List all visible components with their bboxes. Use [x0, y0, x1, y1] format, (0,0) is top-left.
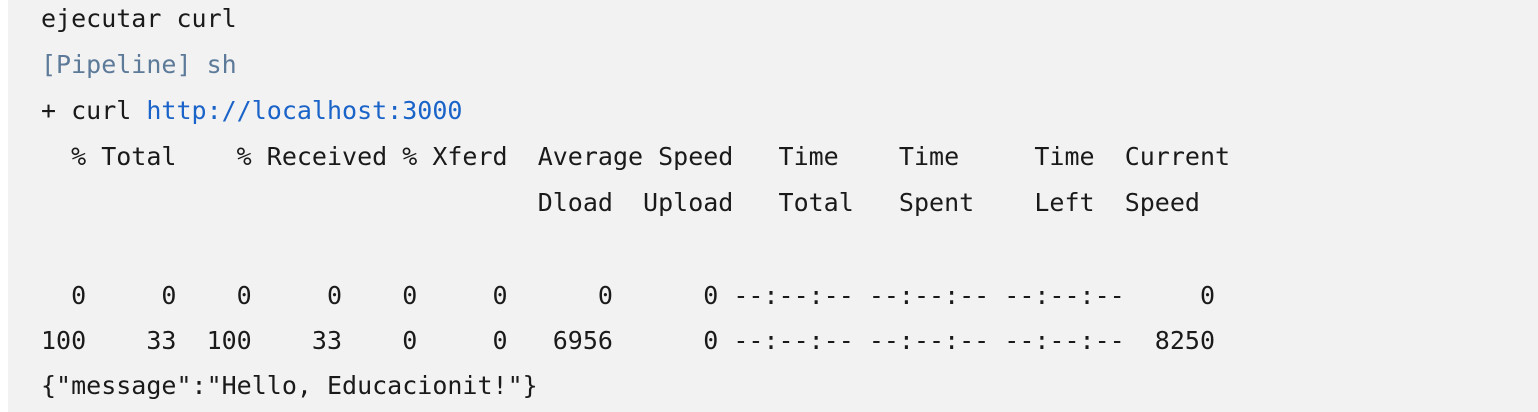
progress-header-row-2: Dload Upload Total Spent Left Speed	[41, 188, 1200, 217]
response-body: {"message":"Hello, Educacionit!"}	[41, 371, 538, 400]
progress-header-row-1: % Total % Received % Xferd Average Speed…	[41, 142, 1231, 171]
progress-row: 100 33 100 33 0 0 6956 0 --:--:-- --:--:…	[41, 326, 1215, 355]
pipeline-tag: [Pipeline] sh	[41, 50, 237, 79]
curl-url-link[interactable]: http://localhost:3000	[146, 96, 462, 125]
console-output: ejecutar curl [Pipeline] sh + curl http:…	[8, 0, 1538, 412]
curl-prefix: + curl	[41, 96, 147, 125]
progress-row: 0 0 0 0 0 0 0 0 --:--:-- --:--:-- --:--:…	[41, 281, 1215, 310]
command-label: ejecutar curl	[41, 4, 237, 33]
curl-command-line: + curl http://localhost:3000	[41, 96, 462, 126]
